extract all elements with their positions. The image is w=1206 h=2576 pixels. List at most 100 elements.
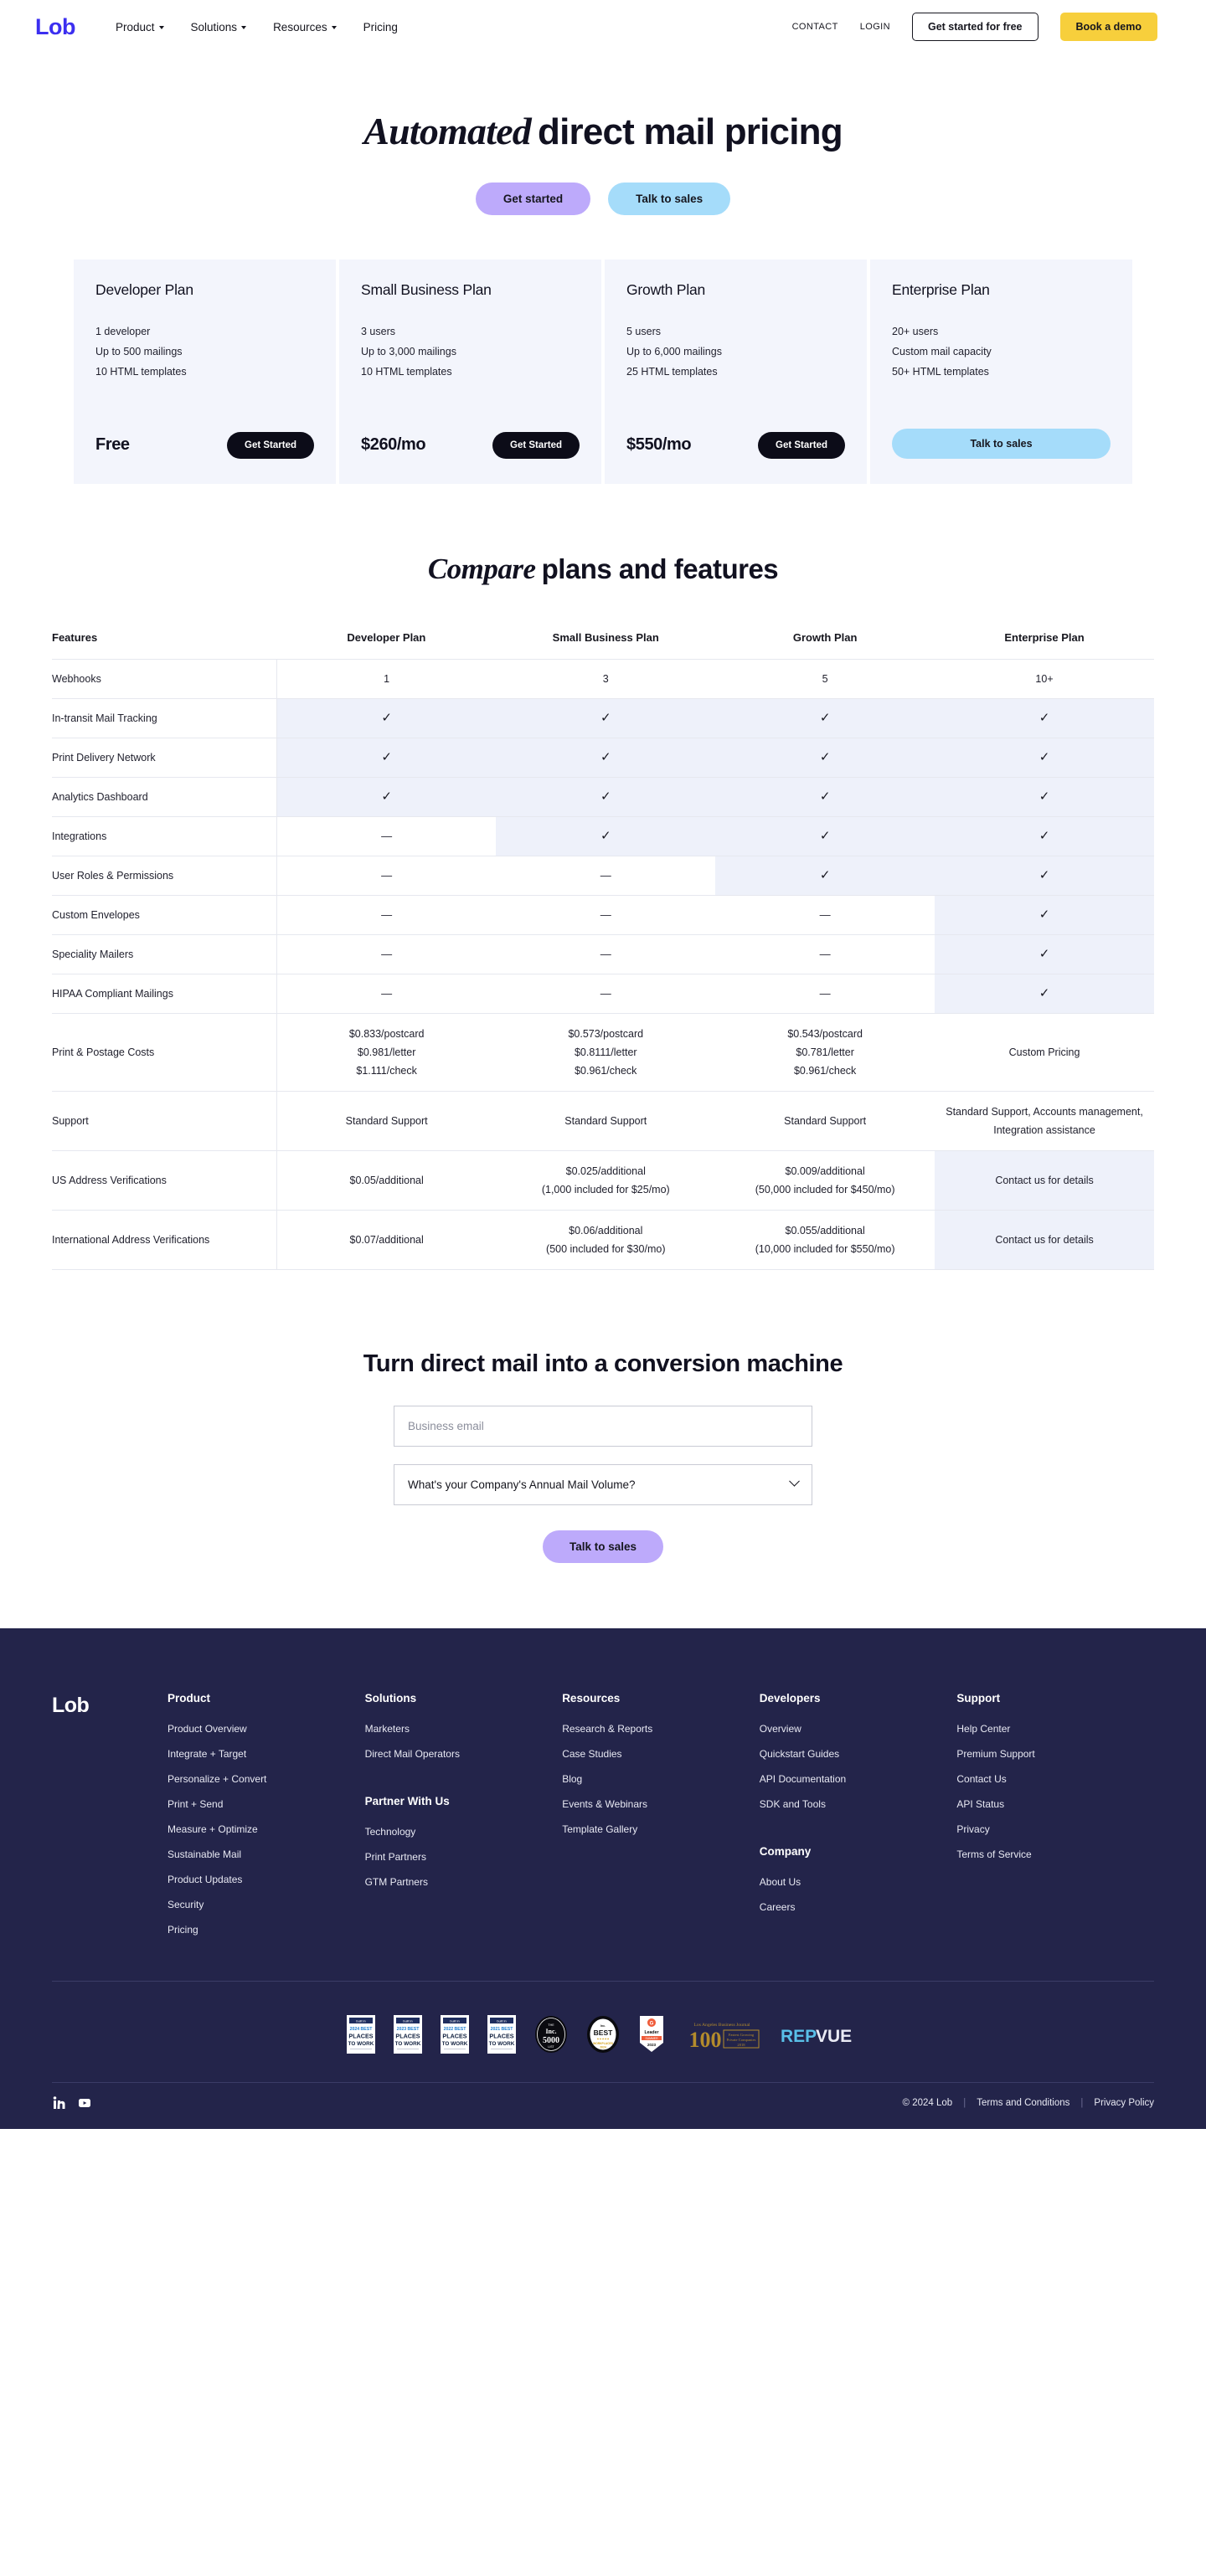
footer-link[interactable]: Measure + Optimize — [168, 1823, 365, 1835]
svg-text:SUMMER: SUMMER — [645, 2037, 658, 2040]
footer-heading: Company — [759, 1844, 812, 1858]
plan-get-started-button[interactable]: Get Started — [227, 431, 314, 459]
footer-link[interactable]: Terms of Service — [956, 1848, 1154, 1860]
detail-value-cell: Custom Pricing — [935, 1012, 1154, 1092]
nav-link-resources[interactable]: Resources — [273, 21, 337, 33]
footer-link[interactable]: Pricing — [168, 1924, 365, 1936]
pricing-card-developer-plan: Developer Plan 1 developer Up to 500 maili… — [74, 259, 336, 484]
get-started-free-button[interactable]: Get started for free — [911, 13, 1038, 41]
footer-link[interactable]: Events & Webinars — [562, 1798, 760, 1810]
cta-talk-to-sales-button[interactable]: Talk to sales — [542, 1530, 664, 1563]
cell-line: $0.781/letter — [796, 1046, 854, 1058]
dash-icon: — — [600, 868, 611, 882]
plan-feature-list: 5 users Up to 6,000 mailings 25 HTML templ… — [626, 321, 845, 382]
book-a-demo-button[interactable]: Book a demo — [1059, 13, 1157, 41]
linkedin-icon[interactable] — [52, 2096, 66, 2111]
svg-text:100: 100 — [689, 2028, 722, 2052]
nav-link-solutions[interactable]: Solutions — [191, 21, 247, 33]
cell-line: $0.055/additional — [785, 1224, 865, 1237]
youtube-icon[interactable] — [77, 2096, 91, 2111]
cell-lines: $0.055/additional (10,000 included for $5… — [720, 1221, 930, 1258]
hero-get-started-button[interactable]: Get started — [475, 182, 591, 215]
footer-link[interactable]: Print Partners — [365, 1851, 563, 1863]
footer-link[interactable]: About Us — [760, 1876, 957, 1888]
business-email-input[interactable] — [394, 1405, 812, 1447]
check-icon: ✓ — [819, 867, 831, 882]
plan-feature: 20+ users — [892, 325, 939, 337]
feature-name-cell: Print Delivery Network — [52, 737, 277, 778]
footer-link[interactable]: Product Overview — [168, 1723, 365, 1735]
nav-link-pricing[interactable]: Pricing — [363, 21, 398, 33]
footer-link[interactable]: Sustainable Mail — [168, 1848, 365, 1860]
cell-lines: $0.573/postcard $0.8111/letter $0.961/chec… — [501, 1025, 710, 1080]
svg-text:TO WORK: TO WORK — [395, 2041, 421, 2047]
inc-5000-badge: THE Inc. 5000 LIST — [534, 2015, 568, 2054]
legal-divider-1: | — [963, 2098, 966, 2109]
footer-link[interactable]: Direct Mail Operators — [365, 1748, 563, 1760]
primary-nav-links: Product Solutions Resources Pricing — [116, 21, 398, 33]
svg-text:PLACES: PLACES — [348, 2032, 373, 2039]
table-row: In-transit Mail Tracking ✓ ✓ ✓ ✓ — [52, 697, 1154, 738]
footer-link[interactable]: Product Updates — [168, 1874, 365, 1885]
feature-value-cell: ✓ — [496, 697, 716, 738]
nav-link-product[interactable]: Product — [116, 21, 164, 33]
footer-link[interactable]: Research & Reports — [562, 1723, 760, 1735]
cell-lines: Contact us for details — [940, 1231, 1149, 1249]
footer-link[interactable]: API Status — [956, 1798, 1154, 1810]
conversion-cta-section: Turn direct mail into a conversion machi… — [0, 1350, 1206, 1563]
check-icon: ✓ — [1038, 749, 1050, 764]
footer-link[interactable]: Overview — [760, 1723, 957, 1735]
plan-get-started-button[interactable]: Get Started — [758, 431, 845, 459]
footer-link[interactable]: Personalize + Convert — [168, 1773, 365, 1785]
detail-value-cell: Standard Support — [496, 1090, 716, 1151]
footer-link[interactable]: Privacy — [956, 1823, 1154, 1835]
plan-feature: 10 HTML templates — [95, 365, 187, 378]
footer-link[interactable]: Technology — [365, 1826, 563, 1838]
privacy-policy-link[interactable]: Privacy Policy — [1094, 2098, 1154, 2108]
footer-link[interactable]: Print + Send — [168, 1798, 365, 1810]
feature-value-cell: ✓ — [935, 776, 1154, 817]
table-row: Support Standard Support Standard Support S… — [52, 1090, 1154, 1151]
terms-and-conditions-link[interactable]: Terms and Conditions — [977, 2098, 1069, 2108]
best-workplaces-badge: Inc. BEST ★★★★★ WORKPLACES 2024 — [586, 2015, 620, 2054]
footer-link[interactable]: Template Gallery — [562, 1823, 760, 1835]
footer-lob-logo[interactable]: Lob — [52, 1692, 168, 1949]
feature-value-cell: — — [276, 855, 497, 896]
footer-heading: Product — [168, 1691, 211, 1704]
footer-link[interactable]: Quickstart Guides — [760, 1748, 957, 1760]
feature-value-cell: ✓ — [935, 973, 1154, 1014]
footer-link[interactable]: SDK and Tools — [760, 1798, 957, 1810]
detail-value-cell: Standard Support — [276, 1090, 497, 1151]
cell-lines: $0.009/additional (50,000 included for $4… — [720, 1162, 930, 1199]
footer-link[interactable]: Contact Us — [956, 1773, 1154, 1785]
footer-link[interactable]: Security — [168, 1899, 365, 1910]
svg-text:VUE: VUE — [816, 2027, 852, 2046]
footer-link[interactable]: Case Studies — [562, 1748, 760, 1760]
svg-text:Private Companies: Private Companies — [727, 2038, 756, 2042]
footer-link[interactable]: Careers — [760, 1901, 957, 1913]
hero-talk-to-sales-button[interactable]: Talk to sales — [608, 182, 731, 215]
svg-text:PLACES: PLACES — [442, 2032, 466, 2039]
footer-link[interactable]: Marketers — [365, 1723, 563, 1735]
annual-mail-volume-select[interactable]: What's your Company's Annual Mail Volume… — [394, 1463, 812, 1505]
feature-value-cell: ✓ — [935, 815, 1154, 856]
footer-link[interactable]: Blog — [562, 1773, 760, 1785]
dash-icon: — — [600, 947, 611, 960]
dash-icon: — — [381, 868, 393, 882]
footer-link[interactable]: Help Center — [956, 1723, 1154, 1735]
footer-link[interactable]: GTM Partners — [365, 1876, 563, 1888]
nav-login-link[interactable]: LOGIN — [860, 22, 890, 32]
feature-name-cell: Speciality Mailers — [52, 933, 277, 974]
footer-link[interactable]: Premium Support — [956, 1748, 1154, 1760]
footer-link[interactable]: API Documentation — [760, 1773, 957, 1785]
lob-logo[interactable]: Lob — [35, 14, 75, 40]
plan-feature: Up to 6,000 mailings — [626, 345, 722, 357]
footer-link[interactable]: Integrate + Target — [168, 1748, 365, 1760]
pricing-card-growth-plan: Growth Plan 5 users Up to 6,000 mailings 25… — [605, 259, 867, 484]
plan-talk-to-sales-button[interactable]: Talk to sales — [892, 428, 1111, 459]
svg-text:★★★★★: ★★★★★ — [596, 2037, 609, 2040]
plan-get-started-button[interactable]: Get Started — [492, 431, 580, 459]
pricing-card-enterprise-plan: Enterprise Plan 20+ users Custom mail capa… — [870, 259, 1132, 484]
page-title: Automated direct mail pricing — [0, 110, 1206, 153]
nav-contact-link[interactable]: CONTACT — [792, 22, 838, 32]
